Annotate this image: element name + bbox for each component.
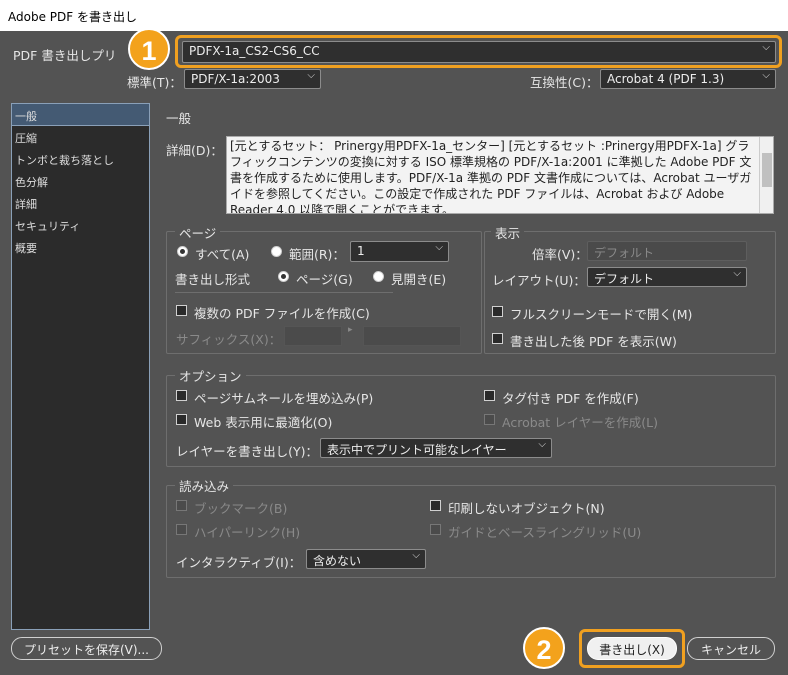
range-field[interactable]: 1 ⌵: [350, 241, 449, 262]
export-layers-select[interactable]: 表示中でプリント可能なレイヤー ⌵: [320, 438, 552, 458]
sidebar-item-summary[interactable]: 概要: [12, 236, 149, 258]
range-value: 1: [357, 244, 365, 258]
chevron-down-icon: ⌵: [733, 268, 741, 279]
layout-label: レイアウト(U)：: [492, 273, 586, 288]
interactive-value: 含めない: [313, 554, 362, 568]
suffix-field-2[interactable]: [363, 326, 461, 346]
zoom-value: デフォルト: [594, 246, 655, 260]
view-after-label: 書き出した後 PDF を表示(W): [510, 334, 677, 349]
bookmarks-checkbox[interactable]: [176, 500, 187, 511]
standard-value: PDF/X-1a:2003: [191, 72, 280, 86]
sidebar-item-security[interactable]: セキュリティ: [12, 214, 149, 236]
fullscreen-label: フルスクリーンモードで開く(M): [510, 307, 693, 322]
multi-pdf-checkbox[interactable]: [176, 305, 187, 316]
range-radio[interactable]: [271, 246, 282, 257]
zoom-label: 倍率(V)：: [532, 247, 588, 262]
sidebar-item-output[interactable]: 色分解: [12, 170, 149, 192]
detail-label: 詳細(D)：: [166, 143, 223, 158]
acrobat-layers-checkbox[interactable]: [484, 414, 495, 425]
standard-select[interactable]: PDF/X-1a:2003 ⌵: [184, 69, 321, 89]
layout-value: デフォルト: [594, 272, 655, 286]
interactive-select[interactable]: 含めない ⌵: [306, 549, 426, 569]
save-preset-button[interactable]: プリセットを保存(V)...: [11, 637, 162, 660]
arrow-right-icon: ▸: [348, 325, 353, 335]
multi-pdf-label: 複数の PDF ファイルを作成(C): [194, 306, 370, 321]
zoom-select[interactable]: デフォルト: [587, 241, 747, 261]
guides-label: ガイドとベースライングリッド(U): [448, 525, 642, 540]
export-as-label: 書き出し形式: [175, 272, 251, 287]
tagged-pdf-checkbox[interactable]: [484, 390, 495, 401]
sidebar-item-marks-bleeds[interactable]: トンボと裁ち落とし: [12, 148, 149, 170]
guides-checkbox[interactable]: [430, 524, 441, 535]
range-label: 範囲(R)：: [289, 247, 345, 262]
thumbnails-checkbox[interactable]: [176, 390, 187, 401]
sidebar-item-advanced[interactable]: 詳細: [12, 192, 149, 214]
layout-select[interactable]: デフォルト ⌵: [587, 267, 747, 287]
section-title: 一般: [166, 111, 192, 126]
nonprint-checkbox[interactable]: [430, 500, 441, 511]
description-text: [元とするセット： Prinergy用PDFX-1a_センター] [元とするセッ…: [230, 139, 752, 214]
options-title: オプション: [175, 366, 246, 385]
web-optimize-label: Web 表示用に最適化(O): [194, 415, 333, 430]
view-after-checkbox[interactable]: [492, 333, 503, 344]
all-pages-label: すべて(A): [195, 247, 250, 262]
cancel-button[interactable]: キャンセル: [687, 637, 775, 660]
include-title: 読み込み: [175, 476, 234, 495]
pages-radio-label: ページ(G): [296, 272, 353, 287]
interactive-label: インタラクティブ(I)：: [176, 555, 302, 570]
callout-badge-2: 2: [523, 627, 565, 669]
preset-label: PDF 書き出しプリ: [13, 48, 117, 63]
spreads-radio[interactable]: [373, 271, 384, 282]
spreads-label: 見開き(E): [391, 272, 447, 287]
title-bar: Adobe PDF を書き出し: [0, 0, 788, 31]
all-pages-radio[interactable]: [177, 246, 188, 257]
window-title: Adobe PDF を書き出し: [8, 10, 137, 24]
scroll-thumb[interactable]: [762, 153, 772, 187]
hyperlinks-checkbox[interactable]: [176, 524, 187, 535]
suffix-label: サフィックス(X)：: [176, 332, 282, 347]
thumbnails-label: ページサムネールを埋め込み(P): [194, 391, 374, 406]
web-optimize-checkbox[interactable]: [176, 414, 187, 425]
chevron-down-icon: ⌵: [412, 550, 420, 561]
nonprint-label: 印刷しないオブジェクト(N): [448, 501, 605, 516]
suffix-field-1[interactable]: [284, 326, 342, 346]
hyperlinks-label: ハイパーリンク(H): [194, 525, 301, 540]
chevron-down-icon: ⌵: [762, 70, 770, 81]
acrobat-layers-label: Acrobat レイヤーを作成(L): [502, 415, 659, 430]
compat-value: Acrobat 4 (PDF 1.3): [607, 72, 725, 86]
tagged-pdf-label: タグ付き PDF を作成(F): [502, 391, 639, 406]
view-title: 表示: [491, 223, 525, 242]
sidebar: 一般 圧縮 トンボと裁ち落とし 色分解 詳細 セキュリティ 概要: [11, 103, 150, 630]
bookmarks-label: ブックマーク(B): [194, 501, 288, 516]
compat-select[interactable]: Acrobat 4 (PDF 1.3) ⌵: [600, 69, 776, 89]
description-scrollbar[interactable]: [759, 137, 773, 213]
fullscreen-checkbox[interactable]: [492, 306, 503, 317]
export-layers-label: レイヤーを書き出し(Y)：: [176, 444, 319, 459]
pages-radio[interactable]: [278, 271, 289, 282]
highlight-export: [579, 629, 685, 668]
chevron-down-icon: ⌵: [435, 242, 443, 253]
standard-label: 標準(T)：: [127, 75, 182, 90]
highlight-preset: [175, 35, 782, 68]
callout-badge-1: 1: [128, 28, 170, 70]
export-layers-value: 表示中でプリント可能なレイヤー: [327, 443, 507, 457]
description-box[interactable]: [元とするセット： Prinergy用PDFX-1a_センター] [元とするセッ…: [226, 136, 774, 214]
pages-title: ページ: [175, 223, 221, 242]
divider: [175, 292, 393, 293]
compat-label: 互換性(C)：: [530, 75, 599, 90]
chevron-down-icon: ⌵: [307, 70, 315, 81]
chevron-down-icon: ⌵: [538, 439, 546, 450]
sidebar-item-general[interactable]: 一般: [12, 104, 149, 126]
sidebar-item-compression[interactable]: 圧縮: [12, 126, 149, 148]
